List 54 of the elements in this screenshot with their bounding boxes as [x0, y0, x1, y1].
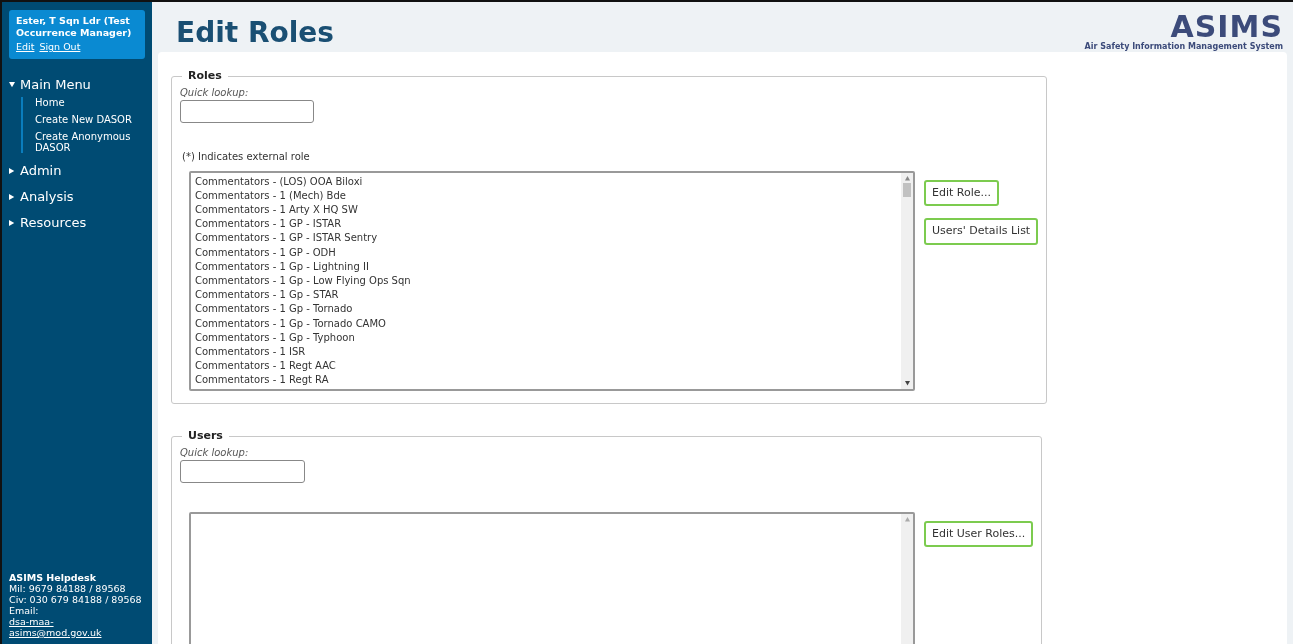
helpdesk-phone: Civ: 030 679 84188 / 89568 — [9, 594, 143, 605]
menu-header[interactable]: Analysis — [9, 189, 145, 206]
role-option[interactable]: Commentators - 1 GP - ISTAR Sentry — [195, 231, 897, 246]
role-option[interactable]: Commentators - 1 ISR — [195, 344, 897, 360]
role-option[interactable]: Commentators - 1 Regt AAC — [195, 359, 897, 374]
menu-header[interactable]: Resources — [9, 215, 145, 232]
scroll-thumb[interactable] — [903, 182, 911, 197]
action-button[interactable]: Edit Role... — [924, 179, 999, 206]
roles-listbox[interactable] — [189, 170, 915, 391]
caret-down-icon — [9, 82, 15, 89]
helpdesk-phone: Mil: 9679 84188 / 89568 — [9, 583, 127, 594]
user-name: Ester, T Sqn Ldr (Test Occurrence Manager) — [16, 15, 133, 39]
role-option[interactable]: Commentators - 1 Gp - Tornado — [195, 302, 897, 317]
caret-right-icon — [9, 194, 15, 201]
menu-item[interactable]: Create New DASOR — [35, 114, 145, 126]
logo-tagline: Air Safety Information Management System — [1084, 42, 1283, 52]
role-option[interactable]: Commentators - 1 GP - ODH — [195, 245, 897, 260]
role-option[interactable]: Commentators - 1 Gp - Low Flying Ops Sqn — [195, 273, 897, 289]
menu-header[interactable]: Admin — [9, 163, 145, 180]
role-option[interactable]: Commentators - 1 (Mech) Bde — [195, 188, 897, 203]
role-option[interactable]: Commentators - 1 Gp - STAR — [195, 288, 897, 303]
user-link[interactable]: Edit — [16, 40, 35, 55]
action-button[interactable]: Edit User Roles... — [924, 520, 1034, 547]
scroll-up-icon — [904, 516, 910, 522]
user-link[interactable]: Sign Out — [39, 40, 81, 55]
logo-wordmark: ASIMS — [1170, 12, 1283, 42]
helpdesk-title: ASIMS Helpdesk — [9, 572, 97, 583]
menu-header[interactable]: Main Menu — [9, 77, 145, 94]
scroll-down-icon — [904, 380, 910, 386]
role-option[interactable]: Commentators - 1 Gp - Lightning II — [195, 259, 897, 274]
role-option[interactable]: Commentators - 1 Gp - Tornado CAMO — [195, 316, 897, 331]
page-title: Edit Roles — [176, 16, 334, 50]
menu-item[interactable]: Home — [35, 97, 145, 109]
scrollbar[interactable] — [901, 513, 913, 644]
action-button[interactable]: Users' Details List — [924, 218, 1039, 245]
quick-lookup-field[interactable] — [180, 460, 305, 483]
quick-lookup-field[interactable] — [180, 100, 314, 123]
role-option[interactable]: Commentators - 1 Gp - Typhoon — [195, 330, 897, 345]
email-label: Email: — [9, 605, 39, 616]
role-option[interactable]: Commentators - (LOS) OOA Biloxi — [195, 174, 897, 189]
role-option[interactable]: Commentators - 1 Arty X HQ SW — [195, 202, 897, 218]
caret-right-icon — [9, 220, 15, 227]
scrollbar[interactable] — [901, 172, 913, 389]
caret-right-icon — [9, 168, 15, 175]
fieldset-legend: Roles — [182, 68, 228, 85]
lookup-label: Quick lookup: — [180, 445, 250, 460]
lookup-label: Quick lookup: — [180, 85, 250, 100]
email-link[interactable]: dsa-maa-asims@mod.gov.uk — [9, 616, 145, 638]
role-option[interactable]: Commentators - 1 GP - ISTAR — [195, 217, 897, 232]
menu-item[interactable]: Create Anonymous DASOR — [35, 131, 145, 154]
users-listbox[interactable] — [189, 511, 915, 644]
role-option[interactable]: Commentators - 1 Regt RA — [195, 373, 897, 388]
external-role-note: (*) Indicates external role — [182, 149, 311, 164]
fieldset-legend: Users — [182, 428, 229, 445]
